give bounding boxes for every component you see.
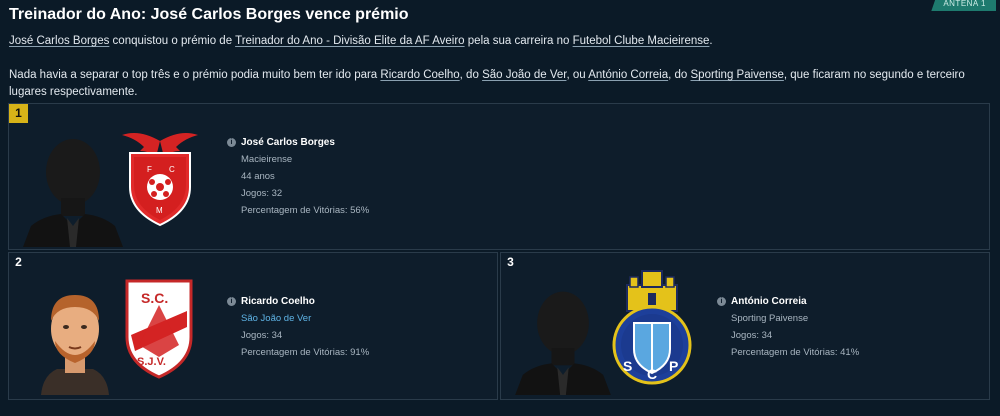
article-paragraph-1: José Carlos Borges conquistou o prémio d… [9, 35, 713, 47]
info-icon[interactable]: i [227, 297, 236, 306]
club-link[interactable]: Futebol Clube Macieirense [573, 35, 710, 47]
candidate-name[interactable]: Ricardo Coelho [241, 296, 315, 307]
paivense-crest-icon[interactable]: S C P [609, 267, 695, 385]
candidate-win-pct: Percentagem de Vitórias: 41% [731, 347, 860, 358]
candidate-games: Jogos: 32 [241, 188, 283, 199]
candidate-games: Jogos: 34 [731, 330, 773, 341]
crest-letter: C [647, 366, 657, 382]
candidate-info: i António Correia Sporting Paivense Jogos… [717, 296, 859, 358]
crest-letter: C [169, 165, 175, 174]
candidate-club: Macieirense [241, 154, 293, 165]
info-icon[interactable]: i [717, 297, 726, 306]
rank-badge: 3 [507, 255, 514, 269]
candidate-name[interactable]: José Carlos Borges [241, 137, 335, 148]
candidate-card-2: 2 S.C. S.J.V. i Ricardo Coelho São João d… [8, 252, 498, 400]
candidate-games: Jogos: 34 [241, 330, 283, 341]
coach-link[interactable]: António Correia [588, 69, 668, 81]
coach-link[interactable]: Ricardo Coelho [380, 69, 459, 81]
candidate-name[interactable]: António Correia [731, 296, 807, 307]
crest-letter: S.J.V. [137, 356, 166, 368]
crest-letter: F [147, 165, 152, 174]
crest-letter: S.C. [141, 290, 168, 306]
info-icon[interactable]: i [227, 138, 236, 147]
coach-silhouette-icon[interactable] [515, 283, 611, 395]
sjv-crest-icon[interactable]: S.C. S.J.V. [123, 275, 195, 379]
rank-badge: 1 [9, 104, 28, 123]
club-link[interactable]: São João de Ver [482, 69, 566, 81]
coach-silhouette-icon[interactable] [23, 130, 123, 247]
crest-letter: M [156, 206, 163, 215]
candidate-win-pct: Percentagem de Vitórias: 91% [241, 347, 370, 358]
macieirense-crest-icon[interactable]: F C M [116, 127, 204, 227]
candidate-info: i José Carlos Borges Macieirense 44 anos … [227, 137, 369, 216]
award-link[interactable]: Treinador do Ano - Divisão Elite da AF A… [235, 35, 464, 47]
candidate-club: Sporting Paivense [731, 313, 809, 324]
candidate-club[interactable]: São João de Ver [241, 313, 369, 324]
coach-face-icon[interactable] [37, 285, 113, 395]
club-link[interactable]: Sporting Paivense [691, 69, 784, 81]
coach-link[interactable]: José Carlos Borges [9, 35, 109, 47]
news-source-tag: ANTENA 1 [931, 0, 996, 11]
candidate-age: 44 anos [241, 171, 275, 182]
candidate-card-3: 3 S C P i António Correia Sporting Paiven… [500, 252, 990, 400]
article-paragraph-2: Nada havia a separar o top três e o prém… [9, 69, 965, 98]
rank-badge: 2 [15, 255, 22, 269]
article-title: Treinador do Ano: José Carlos Borges ven… [9, 6, 409, 23]
crest-letter: S [623, 358, 632, 374]
crest-letter: P [669, 358, 678, 374]
candidate-win-pct: Percentagem de Vitórias: 56% [241, 205, 370, 216]
candidate-info: i Ricardo Coelho São João de Ver Jogos: 3… [227, 296, 369, 358]
candidate-card-1: 1 F C M i José Carlos Borges Macieirense … [8, 103, 990, 250]
